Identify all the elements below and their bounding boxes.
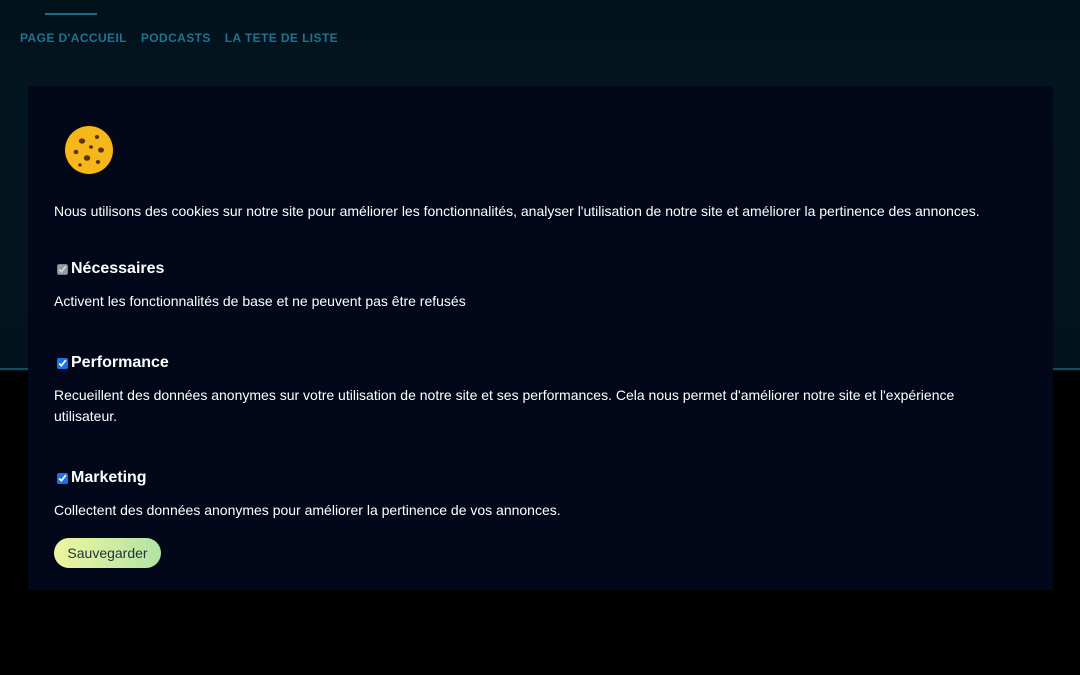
cookie-consent-panel: Nous utilisons des cookies sur notre sit… bbox=[28, 86, 1053, 590]
category-title: Performance bbox=[71, 354, 169, 371]
category-necessaires: Nécessaires Activent les fonctionnalités… bbox=[54, 258, 1014, 312]
nav-active-indicator bbox=[45, 13, 97, 15]
performance-checkbox[interactable] bbox=[57, 357, 68, 369]
category-title: Nécessaires bbox=[71, 260, 165, 277]
category-description: Recueillent des données anonymes sur vot… bbox=[54, 387, 955, 424]
save-button[interactable]: Sauvegarder bbox=[54, 538, 161, 568]
nav-link-home[interactable]: PAGE D'ACCUEIL bbox=[20, 31, 127, 45]
nav-link-podcasts[interactable]: PODCASTS bbox=[141, 31, 211, 45]
category-title: Marketing bbox=[71, 469, 147, 486]
cookie-intro-text: Nous utilisons des cookies sur notre sit… bbox=[54, 203, 980, 219]
nav-link-tete-de-liste[interactable]: LA TETE DE LISTE bbox=[225, 31, 338, 45]
cookie-icon bbox=[63, 124, 115, 176]
marketing-checkbox[interactable] bbox=[57, 472, 68, 484]
necessaires-checkbox bbox=[57, 263, 68, 275]
category-marketing: Marketing Collectent des données anonyme… bbox=[54, 467, 1014, 521]
category-description: Activent les fonctionnalités de base et … bbox=[54, 293, 466, 309]
top-navigation: PAGE D'ACCUEIL PODCASTS LA TETE DE LISTE bbox=[20, 31, 338, 45]
category-performance: Performance Recueillent des données anon… bbox=[54, 352, 1014, 427]
category-description: Collectent des données anonymes pour amé… bbox=[54, 502, 561, 518]
